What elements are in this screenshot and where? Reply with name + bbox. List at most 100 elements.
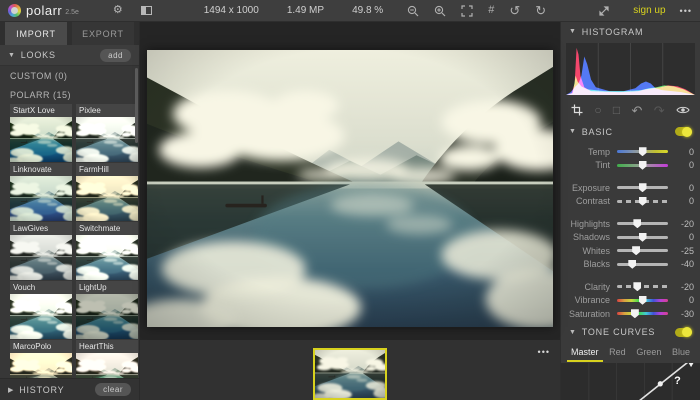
tone-curves-section-header[interactable]: ▼ TONE CURVES bbox=[561, 323, 700, 342]
look-item[interactable]: LightUp bbox=[76, 281, 138, 339]
looks-scrollbar[interactable] bbox=[135, 68, 138, 143]
slider-track[interactable] bbox=[617, 159, 668, 172]
layout-toggle-icon[interactable] bbox=[140, 6, 152, 15]
curve-tab-master[interactable]: Master bbox=[567, 347, 603, 362]
radial-filter-icon[interactable]: ○ bbox=[594, 104, 601, 116]
add-look-button[interactable]: add bbox=[100, 48, 131, 62]
slider-handle[interactable] bbox=[632, 246, 641, 256]
look-thumbnail bbox=[76, 117, 138, 162]
slider-value: 0 bbox=[688, 295, 694, 306]
expand-triangle-icon: ▶ bbox=[8, 386, 15, 394]
look-item[interactable]: HeartThis bbox=[76, 340, 138, 378]
slider-track[interactable] bbox=[617, 231, 668, 244]
slider-track[interactable] bbox=[617, 181, 668, 194]
tone-curves-header-label: TONE CURVES bbox=[581, 327, 656, 337]
look-label: Vouch bbox=[10, 281, 72, 294]
slider-handle[interactable] bbox=[638, 147, 647, 157]
slider-label: Saturation bbox=[568, 308, 610, 319]
slider-track[interactable] bbox=[617, 195, 668, 208]
slider-handle[interactable] bbox=[630, 309, 639, 319]
slider-track[interactable] bbox=[617, 307, 668, 320]
slider-handle[interactable] bbox=[638, 295, 647, 305]
slider-handle[interactable] bbox=[633, 282, 642, 292]
looks-list: CUSTOM (0) POLARR (15) StartX Love Pixle… bbox=[0, 66, 139, 378]
slider-label: Tint bbox=[595, 160, 610, 171]
settings-gear-icon[interactable]: ⚙ bbox=[113, 5, 123, 16]
zoom-out-icon[interactable] bbox=[407, 5, 419, 17]
image-megapixels: 1.49 MP bbox=[286, 5, 325, 16]
edited-photo bbox=[147, 50, 553, 327]
slider-track[interactable] bbox=[617, 217, 668, 230]
slider-track-line bbox=[617, 285, 668, 289]
rotate-ccw-icon[interactable]: ↺ bbox=[509, 4, 520, 17]
main-image[interactable] bbox=[147, 50, 553, 327]
curve-tab-red[interactable]: Red bbox=[605, 347, 630, 362]
rotate-cw-icon[interactable]: ↻ bbox=[535, 4, 546, 17]
look-thumbnail bbox=[76, 294, 138, 339]
slider-track[interactable] bbox=[617, 145, 668, 158]
slider-handle[interactable] bbox=[638, 232, 647, 242]
collapse-triangle-icon: ▼ bbox=[569, 328, 577, 336]
look-item[interactable]: FarmHill bbox=[76, 163, 138, 221]
tab-export[interactable]: EXPORT bbox=[72, 22, 134, 45]
basic-enable-toggle[interactable] bbox=[675, 126, 692, 137]
pixel-grid-icon[interactable]: # bbox=[488, 5, 494, 16]
looks-section-header[interactable]: ▼ LOOKS add bbox=[0, 45, 139, 66]
undo-icon[interactable]: ↶ bbox=[631, 104, 642, 117]
history-section-header[interactable]: ▶ HISTORY clear bbox=[0, 378, 139, 400]
look-item[interactable]: StartX Love bbox=[10, 104, 72, 162]
crop-icon[interactable] bbox=[571, 104, 583, 116]
filmstrip-more-button[interactable]: ••• bbox=[538, 347, 550, 357]
look-item[interactable]: Pixlee bbox=[76, 104, 138, 162]
looks-header-label: LOOKS bbox=[20, 50, 56, 60]
curve-tab-blue[interactable]: Blue bbox=[668, 347, 694, 362]
slider-handle[interactable] bbox=[633, 219, 642, 229]
slider-value: 0 bbox=[688, 182, 694, 193]
topbar-more-menu[interactable]: ••• bbox=[680, 6, 692, 16]
zoom-in-icon[interactable] bbox=[434, 5, 446, 17]
filmstrip-thumbnail-selected[interactable] bbox=[313, 348, 387, 400]
image-dimensions: 1494 x 1000 bbox=[203, 5, 259, 16]
looks-grid: StartX Love Pixlee Linknovate FarmHill L… bbox=[10, 104, 139, 378]
basic-section-header[interactable]: ▼ BASIC bbox=[561, 122, 700, 141]
adjust-tools-row: ○ □ ↶ ↷ bbox=[561, 98, 700, 122]
slider-value: -20 bbox=[680, 218, 694, 229]
curve-channel-tabs: Master Red Green Blue bbox=[561, 342, 700, 362]
clear-history-button[interactable]: clear bbox=[95, 383, 131, 396]
histogram-section-header[interactable]: ▼ HISTOGRAM bbox=[561, 22, 700, 41]
look-item[interactable]: LawGives bbox=[10, 222, 72, 280]
gradient-filter-icon[interactable]: □ bbox=[613, 104, 620, 116]
look-item[interactable]: Switchmate bbox=[76, 222, 138, 280]
look-item[interactable]: Linknovate bbox=[10, 163, 72, 221]
looks-group-custom[interactable]: CUSTOM (0) bbox=[10, 66, 139, 85]
slider-label: Whites bbox=[582, 245, 610, 256]
tone-curves-enable-toggle[interactable] bbox=[675, 327, 692, 337]
histogram-header-label: HISTOGRAM bbox=[581, 26, 644, 37]
compare-eye-icon[interactable] bbox=[676, 105, 690, 115]
fullscreen-expand-icon[interactable] bbox=[598, 5, 610, 17]
slider-handle[interactable] bbox=[638, 196, 647, 206]
slider-track[interactable] bbox=[617, 280, 668, 293]
look-item[interactable]: MarcoPolo bbox=[10, 340, 72, 378]
slider-label: Blacks bbox=[583, 259, 610, 270]
histogram bbox=[566, 42, 695, 96]
slider-row: Temp 0 bbox=[567, 145, 694, 159]
curve-tab-green[interactable]: Green bbox=[632, 347, 665, 362]
slider-handle[interactable] bbox=[638, 160, 647, 170]
tab-import[interactable]: IMPORT bbox=[5, 22, 67, 45]
sign-up-link[interactable]: sign up bbox=[633, 5, 665, 16]
looks-group-polarr[interactable]: POLARR (15) bbox=[10, 85, 139, 104]
slider-handle[interactable] bbox=[638, 183, 647, 193]
slider-track[interactable] bbox=[617, 294, 668, 307]
slider-handle[interactable] bbox=[628, 259, 637, 269]
slider-label: Clarity bbox=[584, 281, 610, 292]
tone-curve-editor[interactable]: ? bbox=[561, 362, 700, 400]
slider-track[interactable] bbox=[617, 258, 668, 271]
fit-screen-icon[interactable] bbox=[461, 4, 473, 17]
slider-label: Highlights bbox=[570, 218, 610, 229]
look-thumbnail bbox=[10, 294, 72, 339]
redo-icon[interactable]: ↷ bbox=[654, 104, 665, 117]
svg-text:?: ? bbox=[674, 374, 681, 386]
look-item[interactable]: Vouch bbox=[10, 281, 72, 339]
slider-track[interactable] bbox=[617, 244, 668, 257]
